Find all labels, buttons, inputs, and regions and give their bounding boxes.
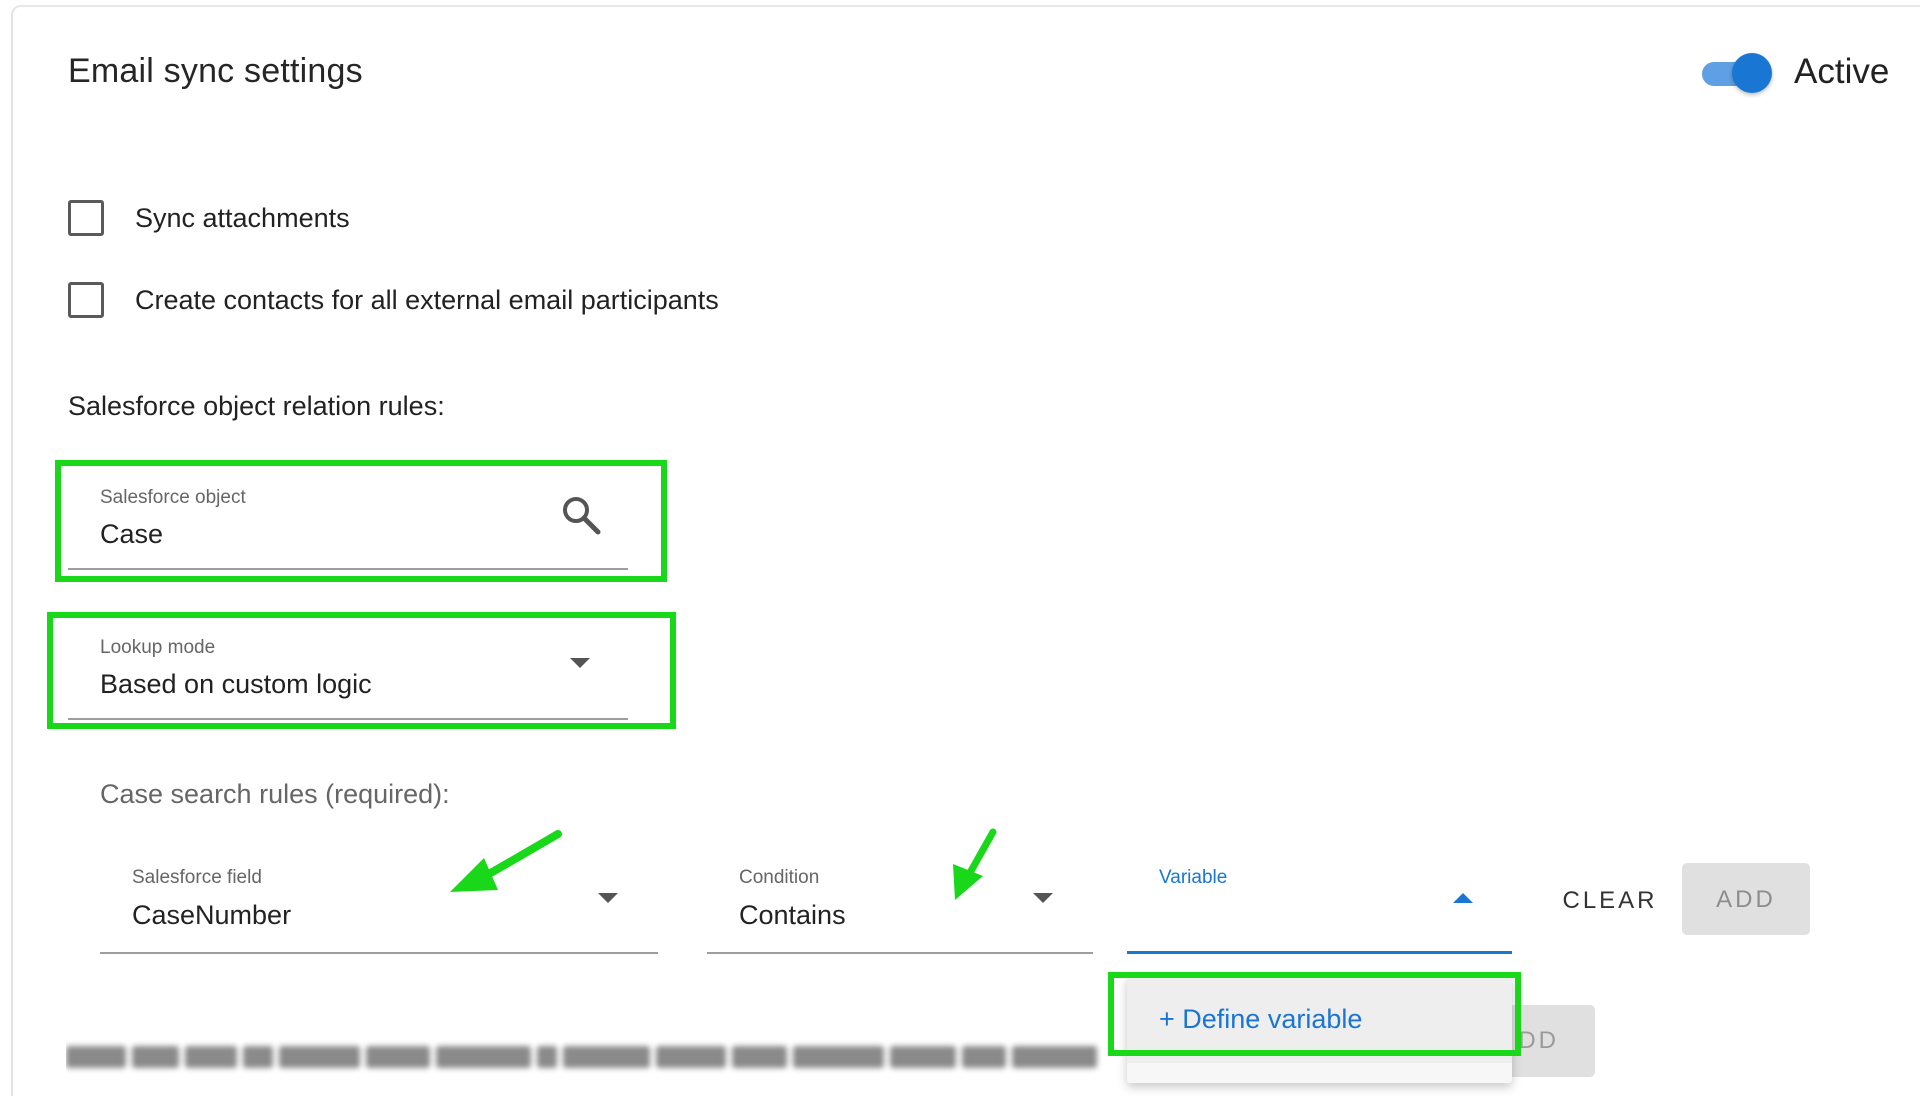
define-variable-label: + Define variable [1159, 1004, 1363, 1034]
chevron-up-icon[interactable] [1453, 893, 1473, 903]
variable-label: Variable [1159, 867, 1228, 888]
relation-rules-heading: Salesforce object relation rules: [68, 391, 445, 421]
salesforce-object-value: Case [100, 519, 164, 549]
page-title: Email sync settings [68, 52, 363, 90]
case-search-rules-heading: Case search rules (required): [100, 779, 450, 809]
condition-value: Contains [739, 900, 846, 930]
salesforce-field-select[interactable]: Salesforce field CaseNumber [100, 840, 658, 954]
create-contacts-checkbox-row[interactable]: Create contacts for all external email p… [68, 280, 719, 320]
clear-button[interactable]: CLEAR [1545, 877, 1675, 923]
chevron-down-icon[interactable] [598, 893, 618, 903]
condition-label: Condition [739, 867, 820, 888]
chevron-down-icon[interactable] [1033, 893, 1053, 903]
define-variable-option[interactable]: + Define variable [1127, 975, 1512, 1063]
redacted-text [66, 1040, 1103, 1074]
salesforce-field-label: Salesforce field [132, 867, 262, 888]
active-toggle[interactable] [1700, 53, 1774, 95]
toggle-thumb [1732, 53, 1772, 93]
add-button[interactable]: ADD [1682, 863, 1810, 935]
variable-dropdown-menu: + Define variable [1127, 975, 1512, 1083]
chevron-down-icon[interactable] [570, 658, 590, 668]
salesforce-object-label: Salesforce object [100, 487, 246, 508]
create-contacts-label: Create contacts for all external email p… [135, 284, 719, 315]
create-contacts-checkbox[interactable] [68, 282, 104, 318]
sync-attachments-checkbox[interactable] [68, 200, 104, 236]
search-icon[interactable] [560, 494, 602, 536]
lookup-mode-value: Based on custom logic [100, 669, 372, 699]
active-toggle-label: Active [1794, 52, 1890, 91]
sync-attachments-checkbox-row[interactable]: Sync attachments [68, 198, 350, 238]
salesforce-field-value: CaseNumber [132, 900, 292, 930]
lookup-mode-label: Lookup mode [100, 637, 216, 658]
lookup-mode-select[interactable]: Lookup mode Based on custom logic [68, 620, 628, 720]
sync-attachments-label: Sync attachments [135, 202, 350, 233]
salesforce-object-field[interactable]: Salesforce object Case [68, 470, 628, 570]
email-sync-settings-page: Email sync settings Active Sync attachme… [0, 0, 1920, 1096]
